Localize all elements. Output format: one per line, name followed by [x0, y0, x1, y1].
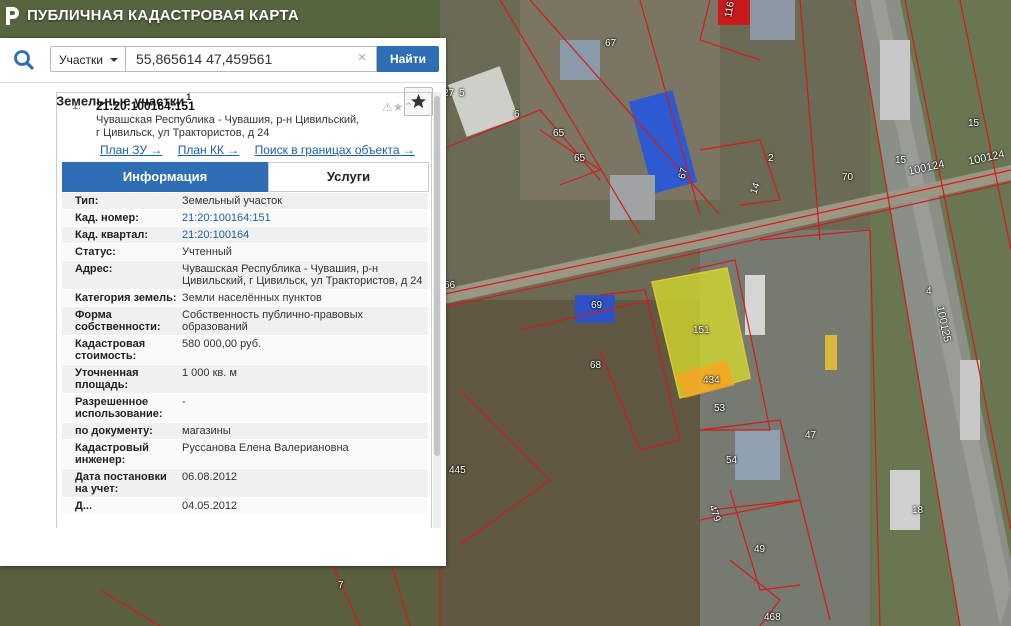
- info-row: Кадастровый инженер: Руссанова Елена Вале…: [62, 440, 428, 469]
- info-row: Адрес: Чувашская Республика - Чувашия, р-…: [62, 261, 428, 290]
- find-button[interactable]: Найти: [377, 46, 439, 72]
- map-label: 2: [768, 153, 774, 164]
- info-value: Чувашская Республика - Чувашия, р-н Циви…: [182, 263, 423, 287]
- result-tabs: Информация Услуги: [62, 162, 429, 192]
- info-key: Уточненная площадь:: [75, 367, 139, 391]
- object-type-select[interactable]: Участки: [50, 46, 126, 72]
- result-index: 1.: [72, 100, 82, 112]
- map-label: 53: [714, 403, 726, 414]
- map-label: 151: [693, 325, 710, 336]
- tab-services[interactable]: Услуги: [268, 162, 429, 192]
- info-key: Статус:: [75, 246, 116, 258]
- info-value: Земельный участок: [182, 195, 283, 207]
- map-label: 7: [338, 580, 344, 591]
- info-key: Кад. квартал:: [75, 229, 149, 241]
- info-row: Кад. номер: 21:20:100164:151: [62, 210, 428, 227]
- info-key: Кадастровая стоимость:: [75, 338, 146, 362]
- info-value: 1 000 кв. м: [182, 367, 237, 379]
- search-bounds-link[interactable]: Поиск в границах объекта →: [255, 143, 415, 157]
- map-label: 68: [590, 360, 602, 371]
- info-key: Форма собственности:: [75, 309, 161, 333]
- map-label: 18: [912, 505, 924, 516]
- info-key: Дата постановки на учет:: [75, 471, 167, 495]
- map-label: 65: [553, 128, 565, 139]
- info-key: Адрес:: [75, 263, 113, 275]
- scrollbar-thumb[interactable]: [434, 96, 440, 456]
- search-bar: Участки × Найти: [0, 38, 446, 83]
- info-key: Тип:: [75, 195, 99, 207]
- map-label: 15: [968, 118, 980, 129]
- info-row: Тип: Земельный участок: [62, 193, 428, 210]
- search-icon[interactable]: [9, 46, 39, 74]
- info-row: Кад. квартал: 21:20:100164: [62, 227, 428, 244]
- logo-icon: [6, 7, 19, 25]
- chevron-down-icon: [110, 58, 118, 62]
- info-row: по документу: магазины: [62, 423, 428, 440]
- info-table: Тип: Земельный участок Кад. номер: 21:20:10…: [62, 193, 428, 566]
- result-action-icons[interactable]: ⚠★⌃: [382, 100, 414, 114]
- info-value: магазины: [182, 425, 231, 437]
- info-key: Категория земель:: [75, 292, 177, 304]
- info-row: Д... 04.05.2012: [62, 498, 428, 515]
- map-label: 67: [605, 38, 617, 49]
- info-row: Уточненная площадь: 1 000 кв. м: [62, 365, 428, 394]
- info-row: Дата постановки на учет: 06.08.2012: [62, 469, 428, 498]
- info-value: 580 000,00 руб.: [182, 338, 262, 350]
- info-value[interactable]: 21:20:100164: [182, 227, 428, 243]
- info-row: Разрешенное использование: -: [62, 394, 428, 423]
- clear-icon[interactable]: ×: [354, 49, 370, 69]
- info-value: 06.08.2012: [182, 471, 238, 483]
- info-key: Кад. номер:: [75, 212, 139, 224]
- info-value[interactable]: 21:20:100164:151: [182, 210, 428, 226]
- map-label: 445: [449, 465, 466, 476]
- info-key: по документу:: [75, 425, 153, 437]
- app-header: ПУБЛИЧНАЯ КАДАСТРОВАЯ КАРТА: [0, 0, 1011, 34]
- map-label: 54: [726, 455, 738, 466]
- map-label: 434: [703, 375, 720, 386]
- plan-zu-link[interactable]: План ЗУ →: [100, 143, 162, 157]
- info-value: Учтенный: [182, 246, 232, 258]
- info-value: 04.05.2012: [182, 500, 238, 512]
- object-type-label: Участки: [59, 53, 103, 67]
- info-row: Форма собственности: Собственность публич…: [62, 307, 428, 336]
- map-label: 65: [574, 153, 586, 164]
- map-label: 15: [895, 155, 907, 166]
- info-row: Кадастровая стоимость: 580 000,00 руб.: [62, 336, 428, 365]
- info-value: -: [182, 396, 186, 408]
- info-key: Разрешенное использование:: [75, 396, 163, 420]
- map-label: 49: [754, 544, 766, 555]
- info-value: Собственность публично-правовых образова…: [182, 309, 364, 333]
- info-key: Д...: [75, 500, 93, 512]
- map-label: 47: [805, 430, 817, 441]
- map-label: 70: [842, 172, 854, 183]
- app-title: ПУБЛИЧНАЯ КАДАСТРОВАЯ КАРТА: [27, 7, 299, 24]
- info-row: Статус: Учтенный: [62, 244, 428, 261]
- scrollbar[interactable]: [433, 92, 441, 528]
- map-label: 4: [926, 286, 932, 297]
- info-row: Категория земель: Земли населённых пункто…: [62, 290, 428, 307]
- map-label: 6: [514, 109, 520, 120]
- info-value: Земли населённых пунктов: [182, 292, 322, 304]
- map-label: 468: [764, 612, 781, 623]
- map-label: 5: [459, 88, 465, 99]
- result-cadastral-number[interactable]: 21:20:100164:151: [96, 99, 195, 113]
- map-label: 69: [591, 300, 603, 311]
- tab-information[interactable]: Информация: [62, 162, 268, 192]
- search-input[interactable]: [126, 46, 377, 72]
- result-address: Чувашская Республика - Чувашия, р-н Циви…: [96, 114, 360, 139]
- info-key: Кадастровый инженер:: [75, 442, 149, 466]
- plan-kk-link[interactable]: План КК →: [178, 143, 240, 157]
- result-links: План ЗУ → План КК → Поиск в границах объ…: [100, 143, 427, 157]
- info-value: Руссанова Елена Валериановна: [182, 442, 349, 454]
